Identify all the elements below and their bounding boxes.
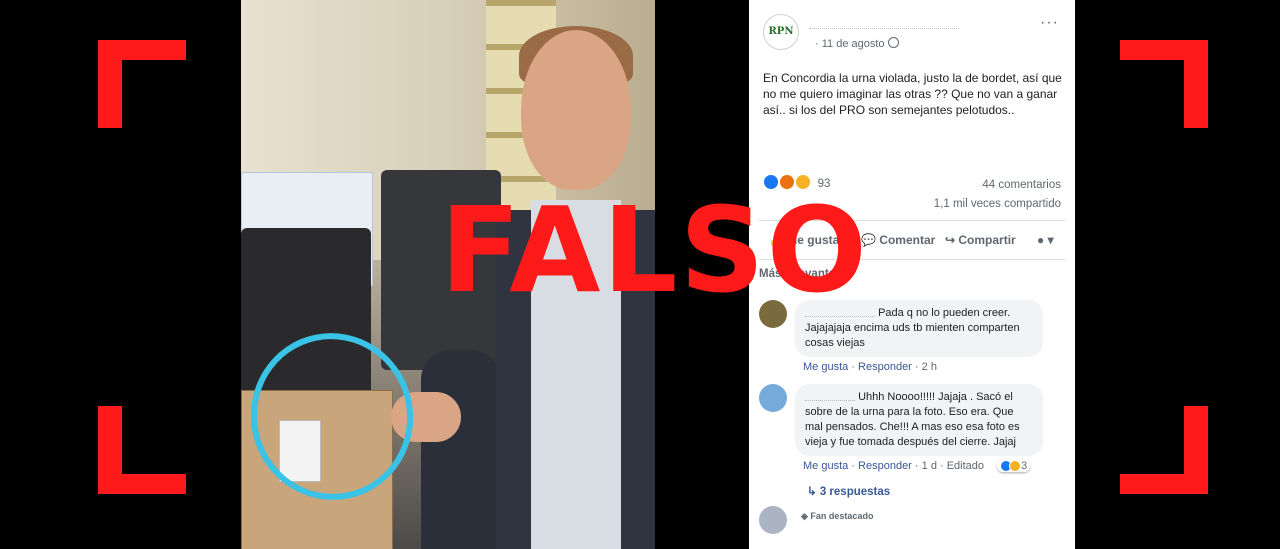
- bracket-top-right-v: [1184, 40, 1208, 128]
- comment-label: Comentar: [879, 233, 936, 247]
- page-name-redacted[interactable]: [809, 16, 959, 29]
- commenter-avatar[interactable]: [759, 384, 787, 412]
- comment-time[interactable]: 1 d: [922, 460, 937, 472]
- bracket-bottom-right-v: [1184, 406, 1208, 494]
- replies-label: 3 respuestas: [819, 486, 891, 498]
- comment-reply-link[interactable]: Responder: [858, 361, 912, 373]
- post-meta: · 11 de agosto: [815, 37, 899, 50]
- haha-reaction-icon: [1009, 460, 1022, 472]
- comments-count[interactable]: 44 comentarios: [934, 176, 1061, 195]
- share-label: Compartir: [958, 233, 1016, 247]
- view-replies-link[interactable]: ↳ 3 respuestas: [807, 484, 890, 498]
- top-fan-badge: ◈ Fan destacado: [801, 511, 874, 521]
- share-button[interactable]: ↪ Compartir: [945, 233, 1016, 247]
- comment-like-link[interactable]: Me gusta: [803, 460, 848, 472]
- comment-like-link[interactable]: Me gusta: [803, 361, 848, 373]
- comment-time[interactable]: 2 h: [922, 361, 937, 373]
- shares-count[interactable]: 1,1 mil veces compartido: [934, 195, 1061, 214]
- comment-meta: Me gusta · Responder · 1 d · Editado 3: [803, 460, 1031, 472]
- engagement-counts: 44 comentarios 1,1 mil veces compartido: [934, 176, 1061, 214]
- post-date[interactable]: 11 de agosto: [822, 38, 885, 50]
- fan-badge-label: Fan destacado: [810, 511, 874, 521]
- globe-icon: [887, 37, 899, 48]
- comment-reactions[interactable]: 3: [997, 460, 1031, 472]
- audience-selector[interactable]: ● ▾: [1037, 233, 1054, 247]
- commenter-avatar[interactable]: [759, 506, 787, 534]
- comment-bubble: Uhhh Noooo!!!!! Jajaja . Sacó el sobre d…: [795, 384, 1043, 456]
- comment-reactions-count: 3: [1021, 460, 1028, 472]
- commenter-name-redacted[interactable]: [805, 390, 855, 401]
- comment-edited[interactable]: Editado: [947, 460, 984, 472]
- page-avatar[interactable]: RPN: [763, 14, 799, 50]
- bracket-top-left-v: [98, 40, 122, 128]
- more-options-icon[interactable]: ···: [1040, 14, 1059, 32]
- bracket-bottom-left-v: [98, 406, 122, 494]
- photo-child: [421, 350, 501, 549]
- falso-stamp: FALSO: [440, 181, 869, 319]
- post-text: En Concordia la urna violada, justo la d…: [763, 71, 1062, 117]
- post-header: RPN · 11 de agosto ···: [759, 10, 1065, 50]
- photo-man-face: [521, 30, 631, 190]
- comment-reply-link[interactable]: Responder: [858, 460, 912, 472]
- comment-meta: Me gusta · Responder · 2 h: [803, 361, 937, 373]
- comment-button[interactable]: 💬 Comentar: [861, 233, 935, 247]
